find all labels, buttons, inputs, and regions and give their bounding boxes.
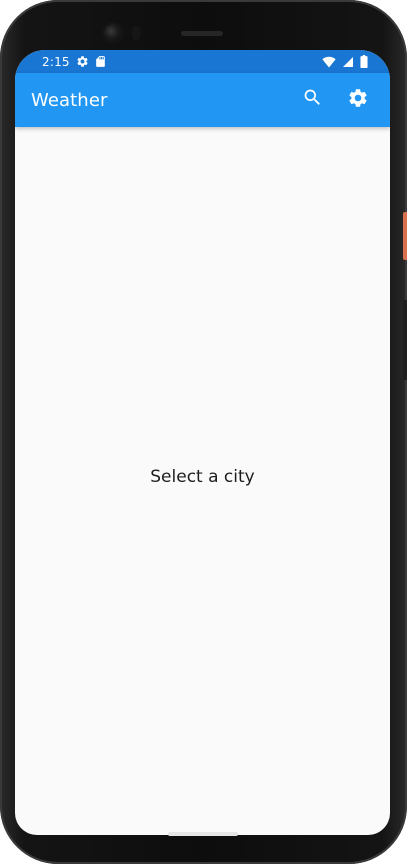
power-button (403, 212, 407, 260)
wifi-icon (322, 56, 336, 68)
earpiece-speaker (181, 31, 223, 36)
proximity-sensor (132, 26, 140, 40)
status-left: 2:15 (42, 55, 106, 69)
home-indicator[interactable] (168, 832, 238, 836)
main-content: Select a city (15, 127, 390, 835)
settings-button[interactable] (338, 80, 378, 120)
search-button[interactable] (292, 80, 332, 120)
cellular-signal-icon (342, 56, 354, 68)
front-camera (104, 24, 122, 42)
sd-card-icon (95, 55, 106, 68)
volume-button (403, 300, 407, 380)
status-time: 2:15 (42, 54, 70, 69)
settings-icon (347, 87, 369, 114)
status-right (322, 55, 368, 68)
app-bar: Weather (15, 73, 390, 127)
battery-icon (360, 55, 368, 68)
empty-state-message: Select a city (150, 467, 255, 487)
phone-frame: 2:15 Weather Select a city (0, 0, 407, 864)
gear-icon (76, 55, 89, 68)
status-bar: 2:15 (15, 50, 390, 73)
screen: 2:15 Weather Select a city (15, 50, 390, 835)
app-title: Weather (31, 89, 108, 111)
search-icon (302, 87, 323, 113)
